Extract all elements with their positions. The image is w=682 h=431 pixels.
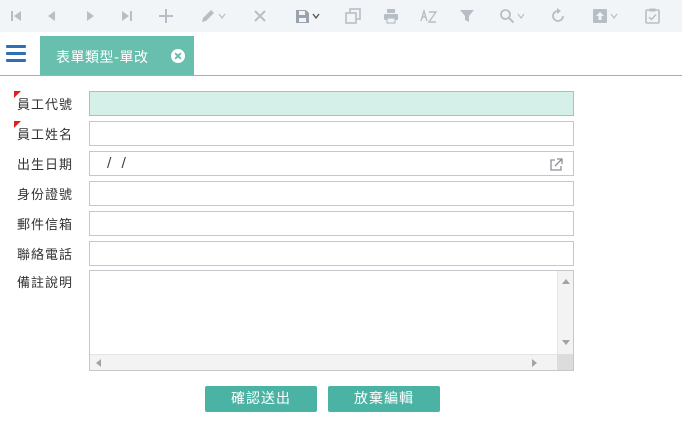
remarks-textarea[interactable] (89, 270, 574, 371)
refresh-icon[interactable] (547, 3, 569, 29)
filter-icon[interactable] (456, 3, 478, 29)
add-icon[interactable] (155, 3, 177, 29)
edit-icon[interactable] (195, 3, 231, 29)
employee-name-label: 員工姓名 (17, 128, 74, 143)
export-icon[interactable] (585, 3, 625, 29)
first-record-icon[interactable] (6, 3, 26, 29)
phone-label: 聯絡電話 (17, 248, 74, 263)
next-record-icon[interactable] (80, 3, 100, 29)
copy-icon[interactable] (342, 3, 364, 29)
email-label: 郵件信箱 (17, 218, 74, 233)
tab-bar: 表單類型-單改 (0, 36, 682, 76)
menu-icon[interactable] (6, 45, 28, 63)
search-icon[interactable] (494, 3, 530, 29)
previous-record-icon[interactable] (42, 3, 62, 29)
delete-icon[interactable] (249, 3, 271, 29)
tab-title: 表單類型-單改 (56, 50, 149, 66)
employee-id-label: 員工代號 (17, 98, 74, 113)
sort-az-icon[interactable] (418, 3, 440, 29)
id-number-label: 身份證號 (17, 188, 74, 203)
horizontal-scrollbar[interactable] (90, 354, 557, 370)
cancel-edit-button[interactable]: 放棄編輯 (328, 386, 440, 412)
last-record-icon[interactable] (117, 3, 137, 29)
open-calendar-icon[interactable] (549, 157, 563, 171)
resize-corner[interactable] (557, 354, 573, 370)
save-icon[interactable] (287, 3, 327, 29)
scroll-down-icon[interactable] (562, 340, 570, 345)
email-input[interactable] (89, 211, 574, 236)
tab-form-type[interactable]: 表單類型-單改 (40, 36, 194, 75)
scroll-right-icon[interactable] (532, 359, 537, 367)
toolbar (0, 0, 682, 32)
remarks-label: 備註說明 (17, 276, 74, 291)
clipboard-icon[interactable] (641, 3, 663, 29)
birth-date-input[interactable]: / / (89, 151, 574, 176)
vertical-scrollbar[interactable] (557, 271, 573, 355)
id-number-input[interactable] (89, 181, 574, 206)
employee-name-input[interactable] (89, 121, 574, 146)
scroll-up-icon[interactable] (562, 279, 570, 284)
print-icon[interactable] (380, 3, 402, 29)
birth-date-value: / / (107, 156, 129, 171)
phone-input[interactable] (89, 241, 574, 266)
employee-id-input[interactable] (89, 91, 574, 116)
birth-date-label: 出生日期 (17, 158, 74, 173)
submit-button[interactable]: 確認送出 (205, 386, 317, 412)
scroll-left-icon[interactable] (96, 359, 101, 367)
close-icon[interactable] (171, 49, 185, 63)
